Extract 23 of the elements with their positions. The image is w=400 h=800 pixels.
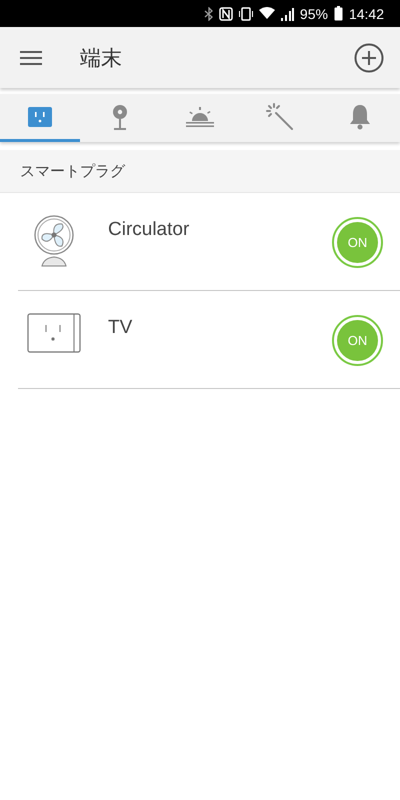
clock: 14:42 — [348, 6, 384, 22]
fan-icon — [32, 215, 76, 267]
camera-icon — [112, 104, 128, 130]
bluetooth-icon — [204, 6, 214, 20]
outlet-icon — [27, 313, 81, 353]
add-icon[interactable] — [354, 42, 384, 72]
menu-icon[interactable] — [20, 50, 42, 66]
nfc-icon — [218, 6, 233, 20]
power-toggle[interactable]: ON — [332, 217, 383, 268]
battery-icon — [334, 6, 343, 21]
signal-icon — [280, 6, 294, 20]
bell-icon — [349, 104, 371, 130]
screen-title: 端末 — [80, 46, 123, 72]
vibrate-icon — [238, 6, 254, 20]
device-name: TV — [108, 317, 134, 339]
sunrise-icon — [186, 106, 214, 126]
power-toggle[interactable]: ON — [332, 315, 383, 366]
magic-wand-icon — [266, 102, 294, 130]
section-title: スマートプラグ — [20, 162, 125, 180]
wifi-icon — [258, 7, 275, 20]
outlet-icon — [28, 106, 52, 126]
device-name: Circulator — [108, 219, 190, 241]
battery-level: 95% — [300, 6, 328, 22]
